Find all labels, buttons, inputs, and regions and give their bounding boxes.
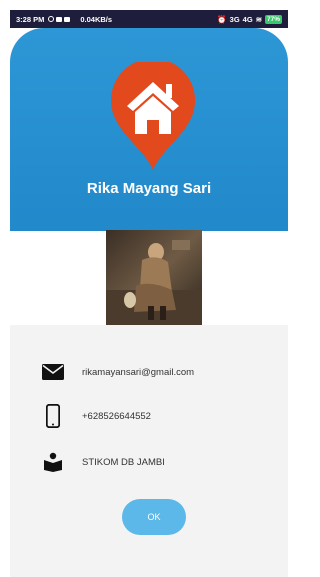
phone-icon bbox=[40, 404, 66, 428]
wifi-icon: ≋ bbox=[255, 14, 262, 24]
app-screen: 3:28 PM 0.04KB/s ⏰ 3G 4G ≋ 77% Rika Maya… bbox=[0, 0, 288, 577]
phone-row: +628526644552 bbox=[10, 404, 288, 428]
ok-button[interactable]: OK bbox=[122, 499, 186, 535]
status-bar: 3:28 PM 0.04KB/s ⏰ 3G 4G ≋ 77% bbox=[10, 10, 288, 28]
alarm-icon: ⏰ bbox=[217, 14, 227, 24]
mail-icon bbox=[40, 360, 66, 384]
message-icon bbox=[56, 16, 63, 22]
battery-indicator: 77% bbox=[264, 14, 282, 24]
message-icon-2 bbox=[64, 16, 71, 22]
network-speed: 0.04KB/s bbox=[80, 14, 113, 24]
signal-label: 3G bbox=[229, 14, 240, 24]
profile-name: Rika Mayang Sari bbox=[86, 180, 212, 197]
person-photo-icon bbox=[106, 230, 202, 325]
school-row: STIKOM DB JAMBI bbox=[10, 450, 288, 474]
notification-icons bbox=[48, 16, 71, 22]
home-location-pin-icon bbox=[111, 62, 195, 170]
contact-card: rikamayansari@gmail.com +628526644552 ST… bbox=[10, 325, 288, 577]
school-value: STIKOM DB JAMBI bbox=[82, 456, 165, 468]
profile-photo bbox=[106, 230, 202, 325]
school-icon bbox=[40, 450, 66, 474]
status-time: 3:28 PM bbox=[16, 14, 45, 24]
status-right: ⏰ 3G 4G ≋ 77% bbox=[217, 14, 282, 24]
phone-value: +628526644552 bbox=[82, 410, 151, 422]
signal-label-2: 4G bbox=[242, 14, 253, 24]
email-row: rikamayansari@gmail.com bbox=[10, 360, 288, 384]
email-value: rikamayansari@gmail.com bbox=[82, 366, 195, 378]
whatsapp-icon bbox=[48, 16, 55, 22]
